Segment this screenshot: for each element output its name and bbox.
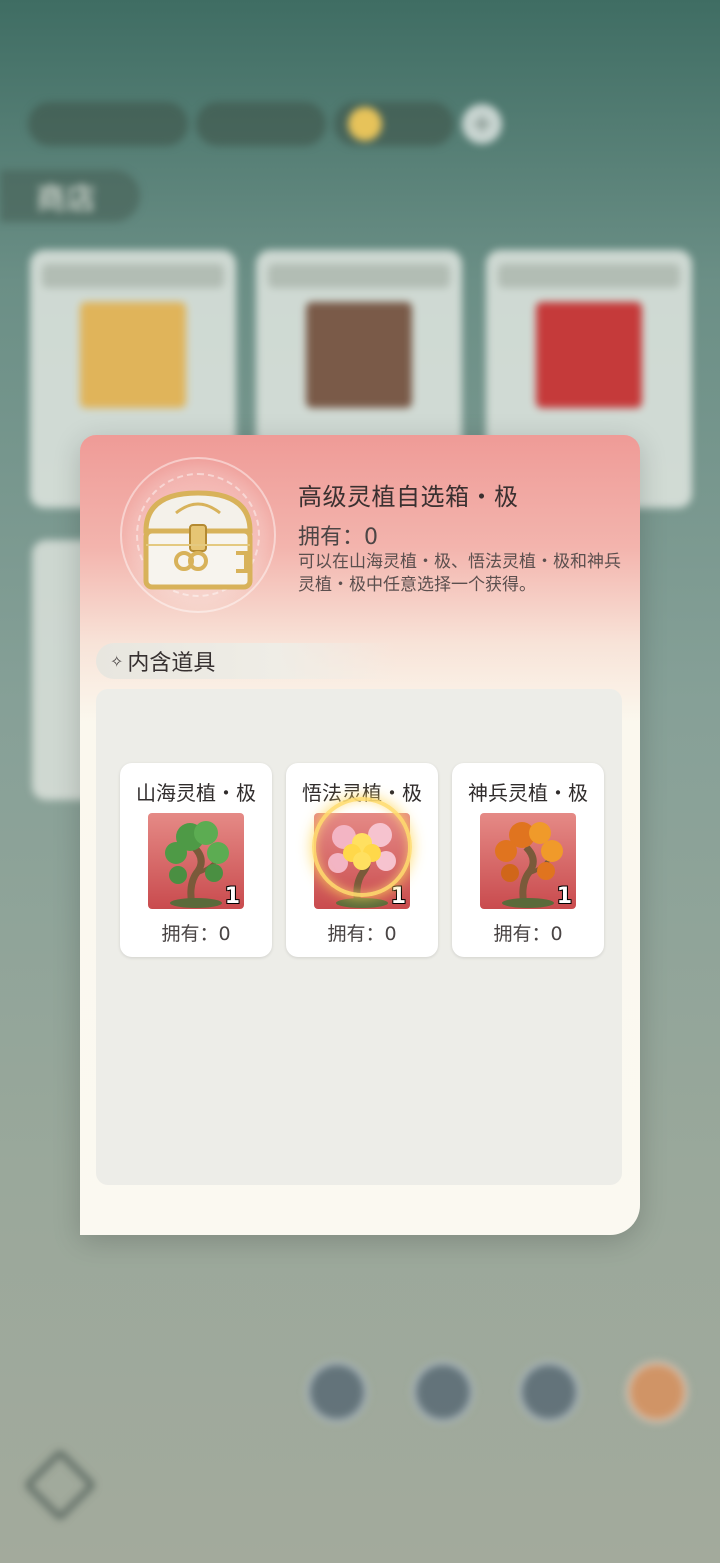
nav-icon-3[interactable] bbox=[518, 1361, 580, 1423]
item-description: 可以在山海灵植・极、悟法灵植・极和神兵灵植・极中任意选择一个获得。 bbox=[298, 552, 621, 595]
section-label: 内含道具 bbox=[127, 651, 216, 676]
nav-icon-1[interactable] bbox=[306, 1361, 368, 1423]
bonsai-tree-icon: 1 bbox=[480, 813, 576, 909]
item-quantity: 1 bbox=[224, 884, 240, 909]
item-card-owned: 拥有：0 bbox=[327, 923, 397, 945]
contained-items-panel: 山海灵植・极 1 拥有：0 悟法灵植・极 1 拥有：0 神兵灵植・极 1 拥有：… bbox=[96, 689, 622, 1185]
bonsai-tree-icon: 1 bbox=[148, 813, 244, 909]
item-owned-count: 拥有：0 bbox=[298, 525, 378, 550]
add-currency-button[interactable]: + bbox=[462, 104, 502, 144]
item-title: 高级灵植自选箱・极 bbox=[298, 483, 519, 511]
currency-gold bbox=[196, 102, 326, 146]
nav-icon-2[interactable] bbox=[412, 1361, 474, 1423]
shop-title: 商店 bbox=[0, 170, 140, 222]
menu-diamond-icon[interactable] bbox=[23, 1448, 97, 1522]
contained-items-header: ✧ 内含道具 bbox=[96, 643, 396, 679]
sparkle-icon: ✧ bbox=[110, 651, 124, 671]
glow-ring-icon bbox=[312, 797, 412, 897]
nav-icon-shop[interactable] bbox=[626, 1361, 688, 1423]
item-card-wufa[interactable]: 悟法灵植・极 1 拥有：0 bbox=[286, 763, 438, 957]
resource-bar: + bbox=[28, 100, 502, 148]
item-card-shenbing[interactable]: 神兵灵植・极 1 拥有：0 bbox=[452, 763, 604, 957]
item-card-name: 山海灵植・极 bbox=[136, 781, 256, 805]
item-card-owned: 拥有：0 bbox=[493, 923, 563, 945]
treasure-chest-icon bbox=[143, 490, 253, 590]
item-card-name: 神兵灵植・极 bbox=[468, 781, 588, 805]
coin-icon bbox=[348, 107, 382, 141]
item-quantity: 1 bbox=[556, 884, 572, 909]
player-info bbox=[28, 102, 188, 146]
item-detail-popup: 高级灵植自选箱・极 拥有：0 可以在山海灵植・极、悟法灵植・极和神兵灵植・极中任… bbox=[80, 435, 640, 1235]
currency-coin bbox=[334, 102, 454, 146]
item-quantity: 1 bbox=[390, 884, 406, 909]
item-card-owned: 拥有：0 bbox=[161, 923, 231, 945]
item-card-shanhai[interactable]: 山海灵植・极 1 拥有：0 bbox=[120, 763, 272, 957]
